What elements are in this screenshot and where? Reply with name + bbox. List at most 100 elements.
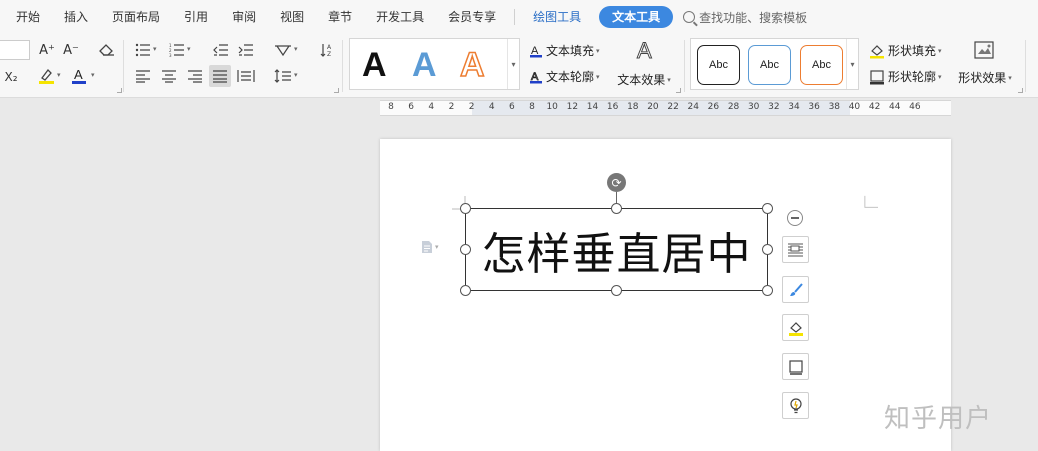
grow-font-button[interactable]: A⁺ [36, 39, 58, 61]
watermark-text: 知乎用户 [884, 404, 993, 434]
tab-home[interactable]: 开始 [4, 0, 52, 34]
text-style-gallery-expand[interactable]: ▾ [507, 39, 519, 89]
shape-outline-button[interactable]: 形状轮廓 ▾ [869, 68, 942, 85]
tab-view[interactable]: 视图 [268, 0, 316, 34]
font-size-combo[interactable] [0, 40, 30, 60]
text-box-content[interactable]: 怎样垂直居中 [466, 209, 767, 290]
tab-page-layout[interactable]: 页面布局 [100, 0, 172, 34]
tab-references[interactable]: 引用 [172, 0, 220, 34]
outline-button[interactable] [782, 353, 809, 380]
paragraph-layout-icon[interactable]: ▾ [421, 240, 445, 254]
font-group-launcher[interactable] [117, 88, 122, 93]
shape-style-black[interactable]: Abc [697, 45, 740, 85]
text-group-launcher[interactable] [676, 88, 681, 93]
font-color-dropdown-arrow[interactable]: ▾ [91, 71, 95, 79]
highlight-button[interactable] [36, 65, 58, 87]
shape-group-launcher[interactable] [1018, 88, 1023, 93]
subscript-button[interactable]: X₂ [0, 66, 22, 88]
ribbon: A⁺ A⁻ X₂ ▾ A ▾ ▾ 123 ▾ ▾ AZ ▾ A A A ▾ A … [0, 34, 1038, 98]
line-spacing-dropdown-arrow[interactable]: ▾ [294, 71, 298, 79]
text-fill-button[interactable]: A 文本填充 ▾ [529, 42, 600, 59]
shape-style-blue[interactable]: Abc [748, 45, 791, 85]
shape-outline-label: 形状轮廓 [888, 70, 937, 84]
align-center-button[interactable] [158, 65, 180, 87]
resize-handle-top-right[interactable] [762, 203, 773, 214]
shape-fill-button[interactable]: 形状填充 ▾ [869, 42, 942, 59]
tab-member[interactable]: 会员专享 [436, 0, 508, 34]
bullets-dropdown-arrow[interactable]: ▾ [153, 45, 157, 53]
align-right-button[interactable] [184, 65, 206, 87]
shape-style-orange[interactable]: Abc [800, 45, 843, 85]
align-center-icon [162, 70, 176, 83]
chinese-layout-dropdown-arrow[interactable]: ▾ [294, 45, 298, 53]
text-style-gallery: A A A ▾ [349, 38, 520, 90]
text-fill-dropdown-arrow: ▾ [596, 46, 600, 55]
search-box[interactable]: 查找功能、搜索模板 [683, 9, 807, 26]
distribute-icon [237, 70, 255, 82]
line-spacing-button[interactable] [272, 65, 294, 87]
increase-indent-button[interactable] [235, 39, 257, 61]
shape-style-button[interactable] [782, 276, 809, 303]
tab-drawing-tools[interactable]: 绘图工具 [521, 0, 593, 34]
numbering-dropdown-arrow[interactable]: ▾ [187, 45, 191, 53]
shape-effects-icon [974, 41, 994, 59]
tab-developer[interactable]: 开发工具 [364, 0, 436, 34]
shape-effects-label: 形状效果 [958, 71, 1007, 85]
distribute-button[interactable] [235, 65, 257, 87]
bullets-button[interactable] [132, 39, 154, 61]
resize-handle-top-left[interactable] [460, 203, 471, 214]
shape-style-gallery-expand[interactable]: ▾ [846, 39, 858, 89]
svg-text:A: A [327, 44, 332, 51]
menu-bar: 开始 插入 页面布局 引用 审阅 视图 章节 开发工具 会员专享 绘图工具 文本… [0, 0, 1038, 34]
tab-insert[interactable]: 插入 [52, 0, 100, 34]
resize-handle-top[interactable] [611, 203, 622, 214]
text-box[interactable]: 怎样垂直居中 [465, 208, 768, 291]
tab-section[interactable]: 章节 [316, 0, 364, 34]
rotate-handle-icon[interactable]: ⟳ [607, 173, 626, 192]
text-style-orange-outline[interactable]: A [459, 45, 485, 85]
crop-mark-top-right [864, 195, 878, 208]
decrease-indent-button[interactable] [210, 39, 232, 61]
shape-fill-label: 形状填充 [888, 44, 937, 58]
ruler-tick-label: 46 [909, 102, 921, 112]
ruler-tick-label: 4 [428, 102, 435, 112]
tab-text-tools[interactable]: 文本工具 [599, 6, 674, 28]
font-color-button[interactable]: A [68, 65, 90, 87]
ruler-tick-label: 2 [448, 102, 455, 112]
tab-review[interactable]: 审阅 [220, 0, 268, 34]
paragraph-group-launcher[interactable] [334, 88, 339, 93]
sort-button[interactable]: AZ [316, 39, 338, 61]
ruler-tick-label: 30 [747, 102, 760, 112]
chinese-layout-button[interactable] [272, 39, 294, 61]
ruler-tick-label: 38 [828, 102, 841, 112]
resize-handle-bottom-right[interactable] [762, 285, 773, 296]
shape-effects-button[interactable]: 形状效果 ▾ [954, 38, 1016, 90]
highlight-dropdown-arrow[interactable]: ▾ [57, 71, 61, 79]
horizontal-ruler[interactable]: 8 6 4 2 2 4 6 8 10 12 14 16 18 20 22 24 26 28 30 32 34 36 38 40… [0, 98, 1038, 220]
shrink-font-button[interactable]: A⁻ [60, 39, 82, 61]
resize-handle-bottom[interactable] [611, 285, 622, 296]
text-effects-button[interactable]: A 文本效果 ▾ [614, 38, 674, 90]
layout-options-button[interactable] [782, 236, 809, 263]
collapse-toolbar-button[interactable] [787, 210, 803, 226]
fill-button[interactable] [782, 314, 809, 341]
line-spacing-icon [274, 69, 291, 83]
resize-handle-bottom-left[interactable] [460, 285, 471, 296]
text-outline-icon: A [530, 70, 542, 83]
ruler-tick-label: 12 [566, 102, 579, 112]
resize-handle-left[interactable] [460, 244, 471, 255]
ruler-tick-label: 34 [788, 102, 800, 112]
clear-format-button[interactable] [96, 39, 118, 61]
align-left-button[interactable] [132, 65, 154, 87]
menu-divider [514, 9, 516, 25]
text-style-black[interactable]: A [362, 45, 387, 85]
shape-outline-icon [788, 359, 803, 375]
resize-handle-right[interactable] [762, 244, 773, 255]
paint-bucket-icon [788, 321, 803, 336]
numbering-button[interactable]: 123 [166, 39, 188, 61]
text-outline-button[interactable]: A 文本轮廓 ▾ [529, 68, 600, 85]
ribbon-divider [1025, 40, 1026, 92]
justify-button[interactable] [209, 65, 231, 87]
text-style-blue[interactable]: A [412, 45, 437, 85]
smart-tips-button[interactable] [782, 392, 809, 419]
